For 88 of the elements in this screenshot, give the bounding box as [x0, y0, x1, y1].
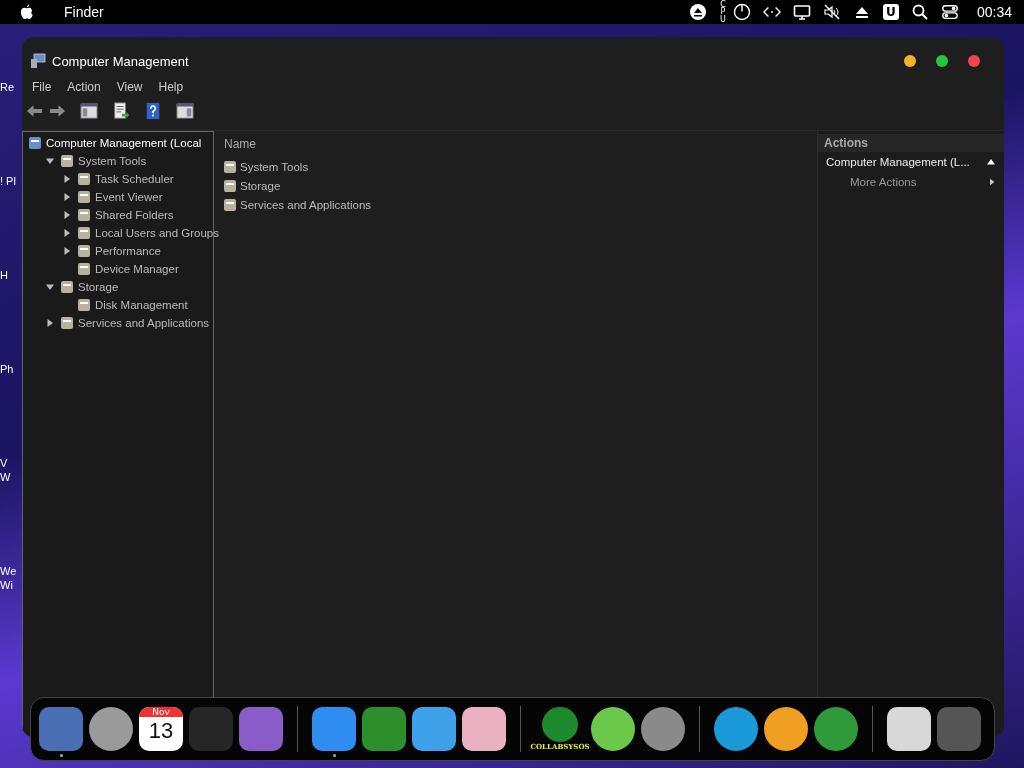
collapse-triangle-icon[interactable] [986, 157, 996, 167]
node-icon [222, 177, 238, 194]
node-icon [76, 207, 92, 223]
close-button[interactable] [968, 55, 980, 67]
clock[interactable]: 00:34 [976, 4, 1012, 20]
cpu-label[interactable]: CPU [718, 0, 727, 24]
desktop-icon-label[interactable]: V [0, 456, 8, 470]
help-icon[interactable] [144, 102, 162, 120]
node-icon [76, 261, 92, 277]
expanded-triangle-icon[interactable] [45, 156, 55, 166]
desktop-icon-label[interactable]: Ph [0, 362, 14, 376]
zoom-button[interactable] [936, 55, 948, 67]
node-icon [222, 196, 238, 213]
menu-item[interactable]: View [116, 80, 143, 94]
desktop-icon-label[interactable]: W [0, 470, 11, 484]
app-icon[interactable] [462, 707, 506, 751]
action-item[interactable]: More Actions [850, 176, 917, 188]
app-icon[interactable] [412, 707, 456, 751]
submenu-triangle-icon [988, 178, 996, 186]
computer-icon [30, 53, 46, 69]
export-list-icon[interactable] [112, 102, 130, 120]
tree-item[interactable]: Computer Management (Local [46, 137, 202, 149]
forward-arrow-icon[interactable] [49, 103, 66, 119]
app-badge-icon[interactable]: U [882, 4, 899, 20]
minimize-button[interactable] [904, 55, 916, 67]
eject-icon[interactable] [688, 3, 707, 21]
collapsed-triangle-icon[interactable] [62, 210, 72, 220]
collapsed-triangle-icon[interactable] [62, 192, 72, 202]
node-icon [76, 189, 92, 205]
menu-item[interactable]: File [32, 80, 52, 94]
app-icon[interactable] [89, 707, 133, 751]
list-item[interactable]: Services and Applications [240, 198, 372, 211]
app-icon[interactable] [312, 707, 356, 751]
desktop-icon-label[interactable]: Wi [0, 578, 13, 592]
tree-item[interactable]: Device Manager [95, 263, 179, 275]
control-center-icon[interactable] [940, 3, 959, 21]
app-icon[interactable] [641, 707, 685, 751]
collapsed-triangle-icon[interactable] [62, 228, 72, 238]
tree-item[interactable]: Local Users and Groups [95, 227, 219, 239]
collapsed-triangle-icon[interactable] [45, 318, 55, 328]
menu-item[interactable]: Help [158, 80, 184, 94]
node-icon [59, 153, 75, 169]
tree-item[interactable]: Disk Management [95, 299, 188, 311]
expanded-triangle-icon[interactable] [45, 282, 55, 292]
column-header[interactable]: Name [224, 137, 807, 151]
app-icon[interactable] [887, 707, 931, 751]
app-icon[interactable] [591, 707, 635, 751]
list-item[interactable]: Storage [240, 179, 281, 192]
calendar-month: Nov [139, 707, 183, 717]
search-icon[interactable] [910, 3, 929, 21]
node-icon [222, 158, 238, 175]
calendar-day: 13 [148, 717, 174, 745]
panel-window-icon[interactable] [80, 102, 98, 120]
power-icon[interactable] [732, 3, 751, 21]
tree-item[interactable]: Event Viewer [95, 191, 163, 203]
tree-item[interactable]: Performance [95, 245, 161, 257]
desktop-icon-label[interactable]: We [0, 564, 17, 578]
tree-item[interactable]: System Tools [78, 155, 147, 167]
app-name-menu[interactable]: Finder [64, 4, 104, 20]
node-icon [59, 279, 75, 295]
desktop-icon-label[interactable]: ! Pl [0, 174, 16, 188]
tree-item[interactable]: Shared Folders [95, 209, 174, 221]
action-section[interactable]: Computer Management (L... [826, 156, 970, 168]
actions-header: Actions [818, 134, 1004, 152]
back-arrow-icon[interactable] [26, 103, 43, 119]
app-icon[interactable] [764, 707, 808, 751]
app-icon[interactable] [714, 707, 758, 751]
collapsed-triangle-icon[interactable] [62, 246, 72, 256]
tree-item[interactable]: Storage [78, 281, 119, 293]
node-icon [59, 315, 75, 331]
window-title: Computer Management [52, 53, 189, 69]
muted-speaker-icon[interactable] [822, 3, 841, 21]
collapsed-triangle-icon[interactable] [62, 174, 72, 184]
desktop-icon-label[interactable]: H [0, 268, 8, 282]
list-item[interactable]: System Tools [240, 160, 309, 173]
node-icon [27, 135, 43, 151]
apple-logo-icon[interactable] [20, 4, 34, 20]
node-icon [76, 171, 92, 187]
tree-item[interactable]: Task Scheduler [95, 173, 174, 185]
panel-window-icon[interactable] [176, 102, 194, 120]
display-icon[interactable] [792, 3, 811, 21]
calendar-app-icon[interactable]: Nov 13 [139, 707, 183, 751]
tree-item[interactable]: Services and Applications [78, 317, 210, 329]
node-icon [76, 225, 92, 241]
node-icon [76, 297, 92, 313]
node-icon [76, 243, 92, 259]
desktop-icon-label[interactable]: Re [0, 80, 15, 94]
menu-item[interactable]: Action [67, 80, 101, 94]
